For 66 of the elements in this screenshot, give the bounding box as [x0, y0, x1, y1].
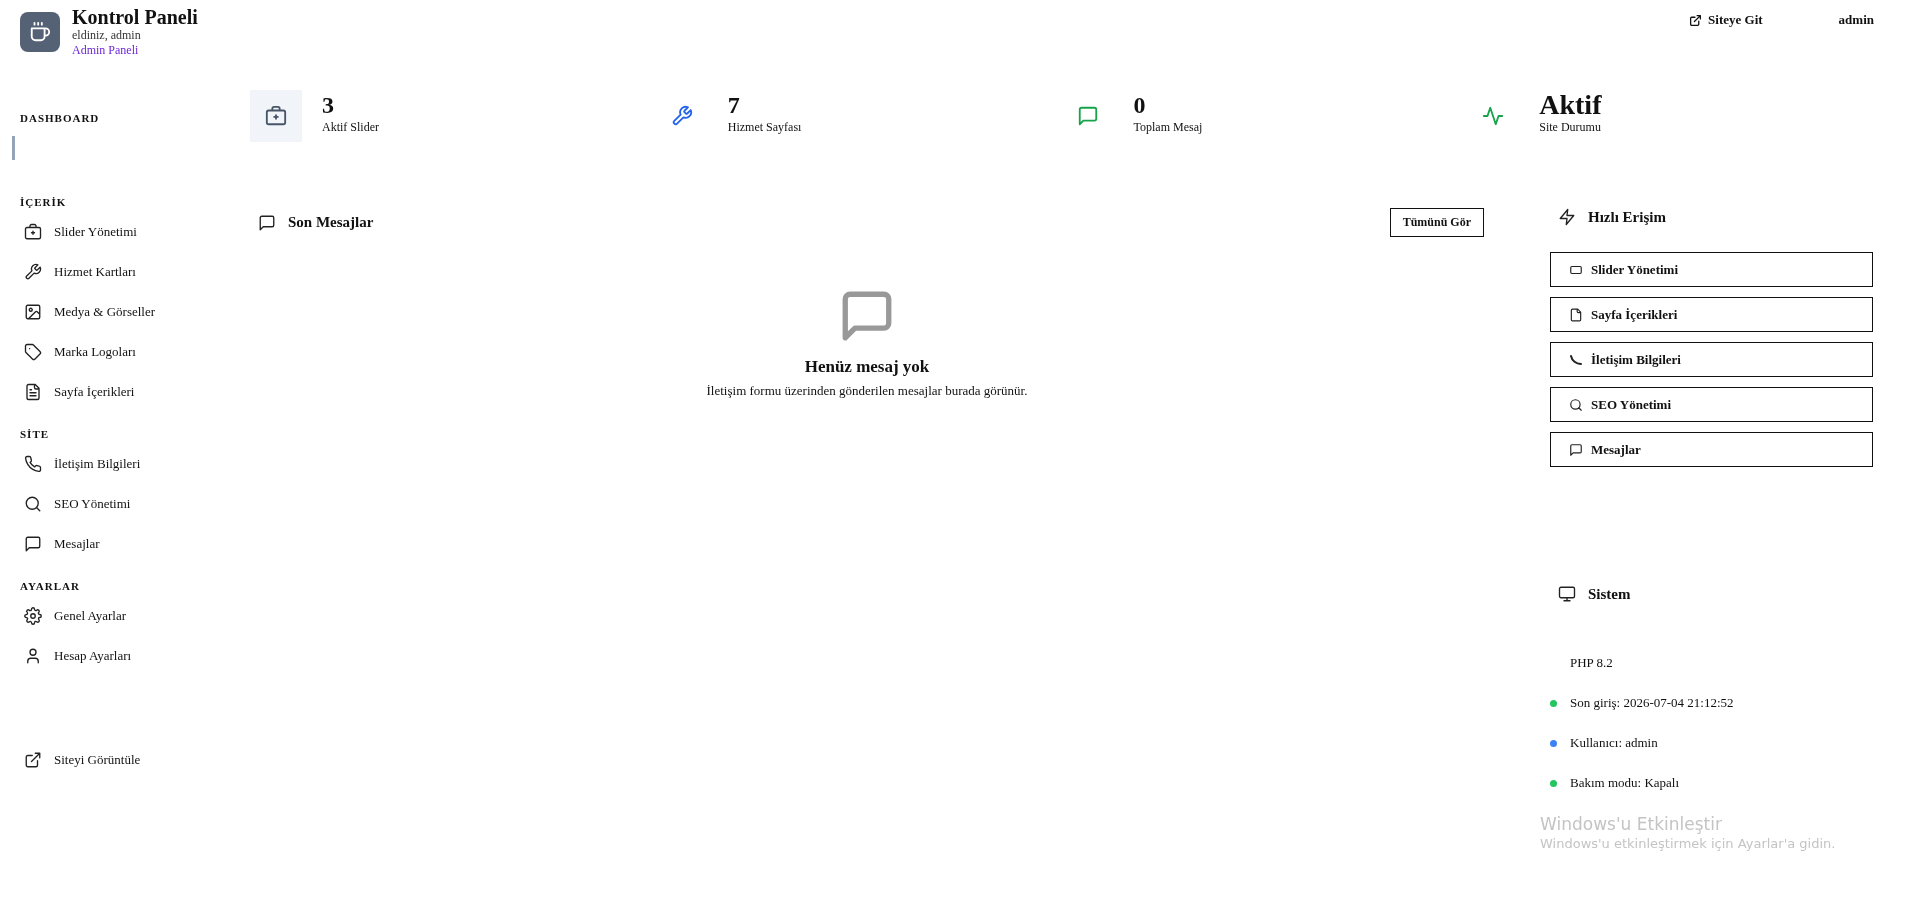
header-link[interactable]: admin — [1838, 12, 1874, 28]
wrench-icon — [24, 263, 42, 281]
section-title: Son Mesajlar — [288, 214, 374, 231]
quick-access-button[interactable]: İletişim Bilgileri — [1550, 342, 1873, 377]
section-heading: DASHBOARD — [20, 111, 101, 126]
document-icon — [24, 383, 42, 401]
section-title: Sistem — [1588, 585, 1631, 603]
image-icon — [24, 303, 42, 321]
sidebar-item[interactable]: Genel Ayarlar — [20, 596, 250, 636]
empty-title: Henüz mesaj yok — [804, 357, 930, 377]
quick-access-button[interactable]: Slider Yönetimi — [1550, 252, 1873, 287]
active-indicator — [12, 136, 15, 160]
stat-value: 0 — [1133, 91, 1147, 120]
activation-title: Windows'u Etkinleştir — [1540, 814, 1723, 834]
page-title: Kontrol Paneli — [72, 6, 198, 28]
user-icon — [24, 647, 42, 665]
sidebar-item[interactable]: SEO Yönetimi — [20, 484, 250, 524]
tag-icon — [24, 343, 42, 361]
stat-label: Aktif Slider — [322, 120, 379, 135]
external-link-icon — [1689, 13, 1703, 27]
quick-access-button[interactable]: SEO Yönetimi — [1550, 387, 1873, 422]
view-all-button[interactable]: Tümünü Gör — [1389, 208, 1484, 237]
curve-icon — [1569, 352, 1583, 367]
system-info: Kullanıcı: admin — [1570, 735, 1658, 751]
sidebar-item[interactable]: Marka Logoları — [20, 332, 250, 372]
system-info: Bakım modu: Kapalı — [1570, 775, 1680, 791]
stat-value: Aktif — [1539, 90, 1602, 120]
cup-icon — [29, 21, 51, 43]
external-link-icon — [24, 751, 42, 769]
briefcase-icon — [24, 223, 42, 241]
section-heading: AYARLAR — [20, 579, 81, 594]
sidebar-item[interactable]: Hesap Ayarları — [20, 636, 250, 676]
empty-text: İletişim formu üzerinden gönderilen mesajlar burada görünür. — [706, 383, 1028, 399]
stat-value: 3 — [322, 91, 335, 120]
sidebar-item[interactable]: Slider Yönetimi — [20, 212, 250, 252]
sidebar-item[interactable]: İletişim Bilgileri — [20, 444, 250, 484]
panel-subtitle: Admin Paneli — [72, 43, 140, 58]
system-info: Son giriş: 2026-07-04 21:12:52 — [1570, 695, 1734, 711]
section-title: Hızlı Erişim — [1588, 208, 1666, 226]
phone-icon — [24, 455, 42, 473]
chat-icon — [258, 213, 276, 232]
header-link[interactable]: Siteye Git — [1689, 12, 1763, 28]
stat-value: 7 — [727, 91, 741, 120]
lightning-icon — [1558, 208, 1576, 226]
quick-access-button[interactable]: Mesajlar — [1550, 432, 1873, 467]
quick-access-button[interactable]: Sayfa İçerikleri — [1550, 297, 1873, 332]
welcome-text: eldiniz, admin — [72, 28, 142, 43]
chat-icon — [1569, 442, 1583, 457]
sidebar-item[interactable]: Medya & Görseller — [20, 292, 250, 332]
activation-text: Windows'u etkinleştirmek için Ayarlar'a gidin. — [1540, 836, 1836, 851]
monitor-icon — [1558, 585, 1576, 603]
sidebar-item[interactable]: Mesajlar — [20, 524, 250, 564]
stat-label: Hizmet Sayfası — [727, 120, 802, 135]
section-heading: İÇERİK — [20, 195, 68, 210]
chat-icon — [24, 535, 42, 553]
sidebar-item[interactable]: Hizmet Kartları — [20, 252, 250, 292]
stat-label: Site Durumu — [1539, 120, 1602, 135]
settings-icon — [24, 607, 42, 625]
sidebar-item[interactable]: Sayfa İçerikleri — [20, 372, 250, 412]
file-icon — [1569, 307, 1583, 322]
system-info: PHP 8.2 — [1570, 655, 1613, 671]
stat-label: Toplam Mesaj — [1133, 120, 1203, 135]
view-site-link[interactable]: Siteyi Görüntüle — [20, 740, 250, 780]
section-heading: SİTE — [20, 427, 51, 442]
search-icon — [1569, 397, 1583, 412]
search-icon — [24, 495, 42, 513]
